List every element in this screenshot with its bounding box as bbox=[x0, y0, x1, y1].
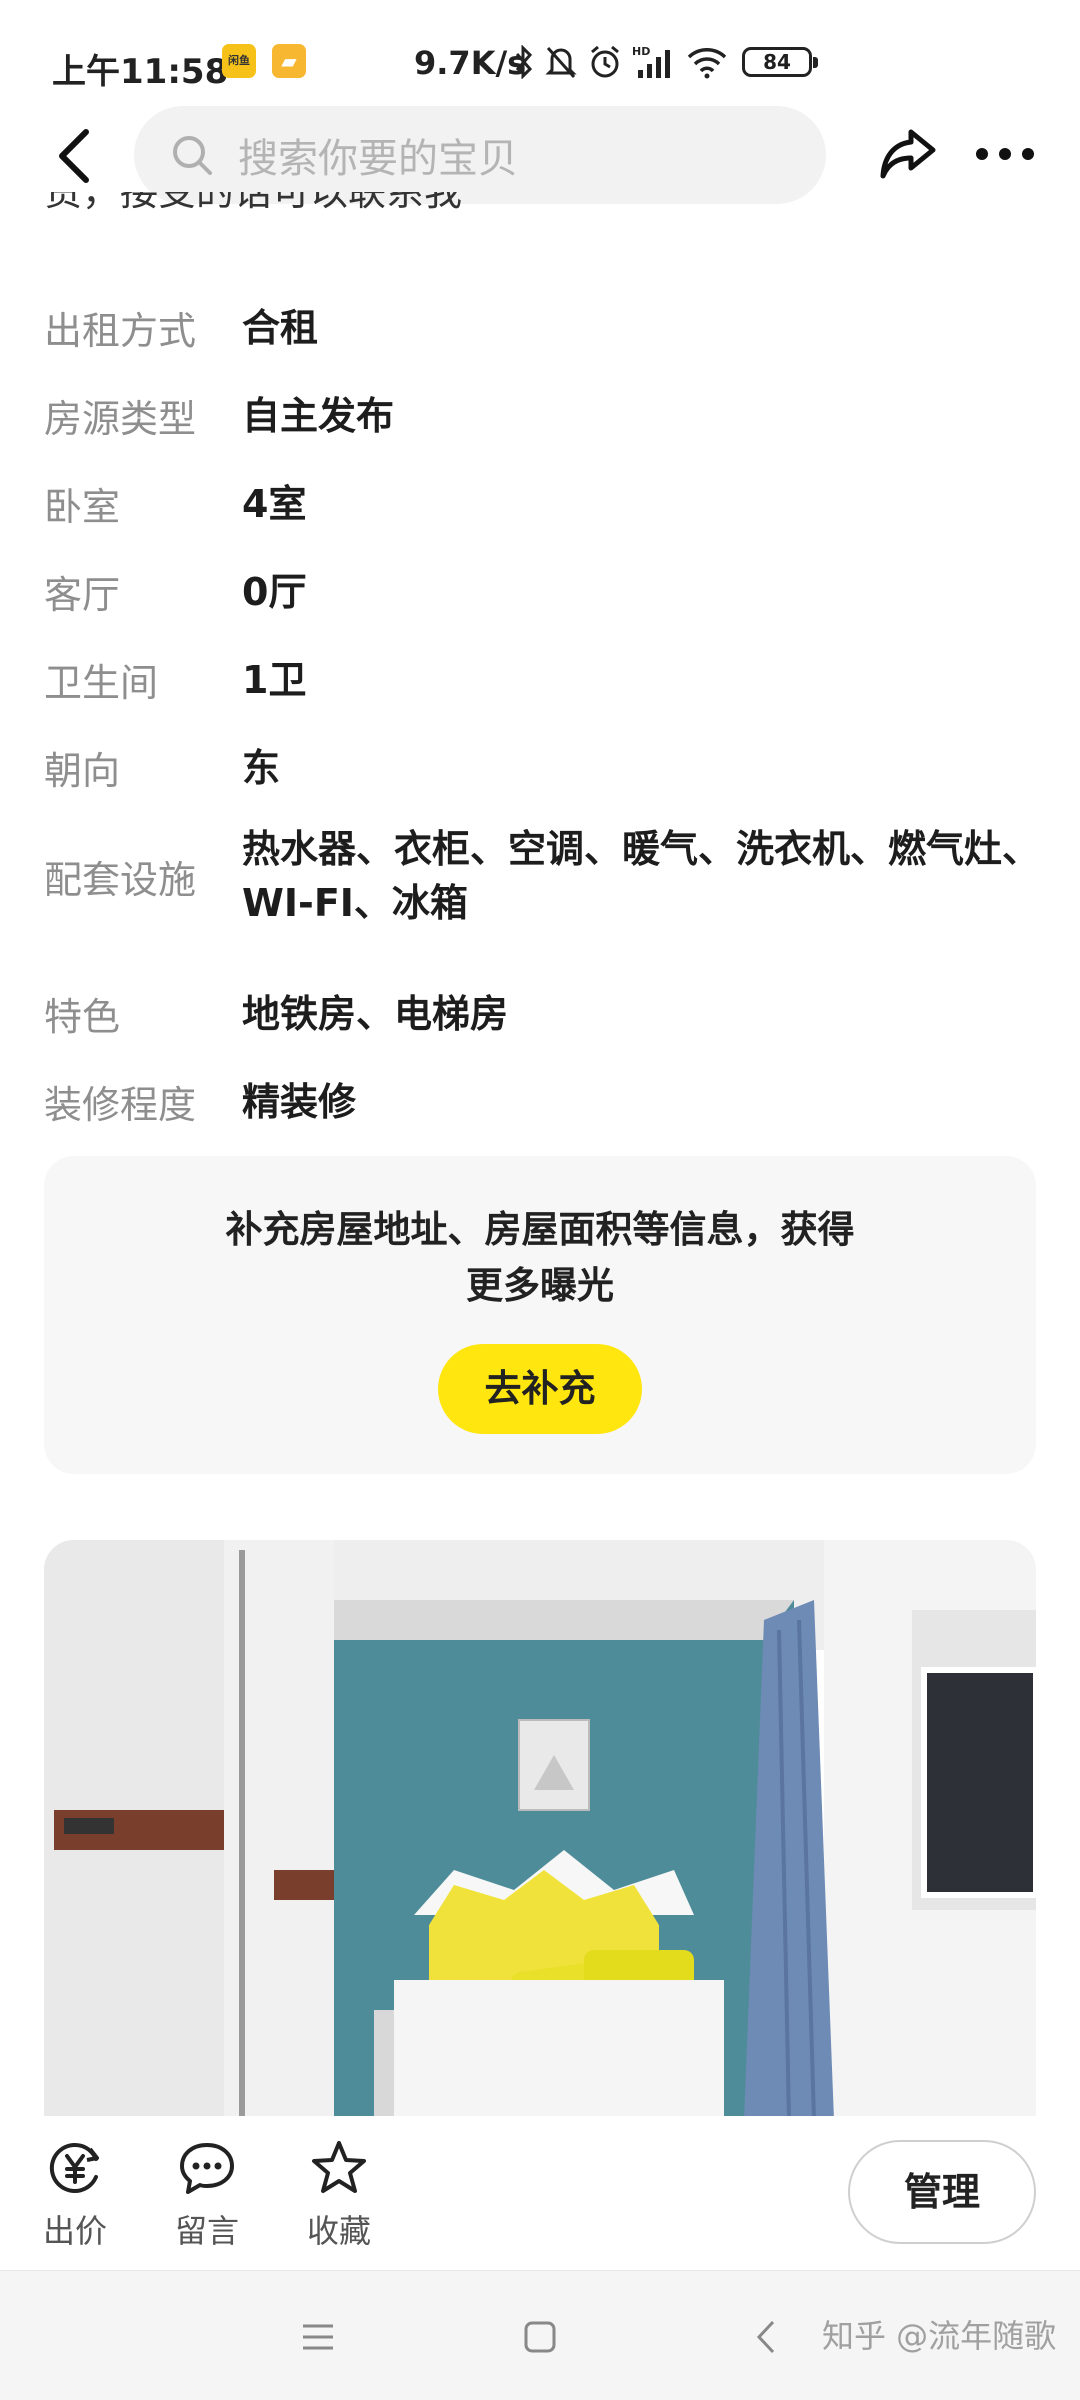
detail-value: 地铁房、电梯房 bbox=[242, 991, 509, 1036]
alarm-icon bbox=[591, 45, 619, 78]
yuan-icon bbox=[45, 2138, 105, 2198]
prompt-line-2: 更多曝光 bbox=[466, 1264, 614, 1307]
detail-value: 0厅 bbox=[242, 569, 307, 614]
xianyu-app-icon: 闲鱼 bbox=[222, 44, 256, 78]
watermark-text: 知乎 @流年随歌 bbox=[822, 2317, 1057, 2355]
comment-label: 留言 bbox=[174, 2212, 239, 2250]
detail-value: 热水器、衣柜、空调、暖气、洗衣机、燃气灶、WI-FI、冰箱 bbox=[242, 827, 1041, 925]
favorite-label: 收藏 bbox=[306, 2212, 371, 2250]
bluetooth-icon bbox=[515, 45, 533, 79]
home-square-icon bbox=[524, 2321, 556, 2353]
detail-value: 合租 bbox=[242, 305, 319, 350]
bottom-action-bar: 出价 留言 收藏 管理 bbox=[0, 2116, 1080, 2270]
detail-value: 1卫 bbox=[242, 657, 307, 702]
detail-label: 客厅 bbox=[44, 573, 121, 617]
bedroom-photo-illustration bbox=[44, 1540, 1036, 2120]
comment-button[interactable]: 留言 bbox=[162, 2138, 252, 2252]
svg-text:HD: HD bbox=[632, 45, 650, 58]
supplement-button[interactable]: 去补充 bbox=[438, 1344, 642, 1434]
detail-label: 房源类型 bbox=[44, 397, 197, 441]
detail-label: 朝向 bbox=[44, 749, 121, 793]
detail-label: 特色 bbox=[44, 995, 121, 1039]
listing-photo[interactable] bbox=[44, 1540, 1036, 2120]
detail-label: 卧室 bbox=[44, 485, 121, 529]
back-button[interactable] bbox=[44, 124, 104, 188]
description-tail: 责，接受的话可以联系我 bbox=[44, 192, 463, 214]
share-icon bbox=[880, 129, 936, 179]
detail-row-source-type: 房源类型 自主发布 bbox=[44, 388, 1044, 443]
signal-icon: HD bbox=[632, 45, 670, 78]
notification-app-icon: ▰ bbox=[272, 44, 306, 78]
detail-value: 精装修 bbox=[242, 1079, 357, 1124]
detail-value: 东 bbox=[242, 745, 281, 790]
detail-row-living-rooms: 客厅 0厅 bbox=[44, 564, 1044, 619]
status-icons: HD 84 bbox=[514, 40, 818, 84]
share-button[interactable] bbox=[876, 122, 940, 186]
menu-nav-button[interactable] bbox=[288, 2307, 348, 2367]
search-placeholder: 搜索你要的宝贝 bbox=[238, 136, 518, 182]
detail-value: 自主发布 bbox=[242, 393, 395, 438]
star-icon bbox=[309, 2138, 369, 2198]
more-dots-icon bbox=[976, 148, 1034, 160]
detail-value: 4室 bbox=[242, 481, 307, 526]
detail-row-bathrooms: 卫生间 1卫 bbox=[44, 652, 1044, 707]
search-icon bbox=[170, 133, 214, 177]
supplement-prompt-text: 补充房屋地址、房屋面积等信息，获得 更多曝光 bbox=[44, 1202, 1036, 1314]
wifi-icon bbox=[687, 48, 727, 79]
manage-button[interactable]: 管理 bbox=[848, 2140, 1036, 2244]
back-chevron-icon bbox=[756, 2320, 775, 2354]
offer-label: 出价 bbox=[42, 2212, 107, 2250]
detail-row-decoration: 装修程度 精装修 bbox=[44, 1074, 1044, 1129]
back-arrow-icon bbox=[59, 129, 89, 183]
detail-label: 卫生间 bbox=[44, 661, 159, 705]
search-input[interactable]: 搜索你要的宝贝 bbox=[134, 106, 826, 204]
detail-label: 出租方式 bbox=[44, 309, 197, 353]
home-nav-button[interactable] bbox=[510, 2307, 570, 2367]
status-time: 上午11:58 bbox=[52, 52, 229, 92]
detail-row-bedrooms: 卧室 4室 bbox=[44, 476, 1044, 531]
system-navigation-bar: 知乎 @流年随歌 bbox=[0, 2270, 1080, 2400]
status-bar: 上午11:58 闲鱼 ▰ 9.7K/s HD 84 bbox=[0, 0, 1080, 120]
detail-label: 配套设施 bbox=[44, 857, 197, 902]
mute-bell-icon bbox=[545, 46, 577, 79]
favorite-button[interactable]: 收藏 bbox=[294, 2138, 384, 2252]
network-speed: 9.7K/s bbox=[414, 44, 527, 82]
back-nav-button[interactable] bbox=[736, 2307, 796, 2367]
supplement-info-card: 补充房屋地址、房屋面积等信息，获得 更多曝光 去补充 bbox=[44, 1156, 1036, 1474]
battery-indicator: 84 bbox=[742, 47, 818, 77]
detail-row-facilities: 配套设施 热水器、衣柜、空调、暖气、洗衣机、燃气灶、WI-FI、冰箱 bbox=[44, 822, 1044, 930]
chat-bubble-icon bbox=[177, 2138, 237, 2198]
menu-icon bbox=[303, 2324, 333, 2350]
detail-row-rent-type: 出租方式 合租 bbox=[44, 300, 1044, 355]
prompt-line-1: 补充房屋地址、房屋面积等信息，获得 bbox=[225, 1208, 855, 1251]
offer-button[interactable]: 出价 bbox=[30, 2138, 120, 2252]
detail-row-orientation: 朝向 东 bbox=[44, 740, 1044, 795]
detail-label: 装修程度 bbox=[44, 1083, 197, 1127]
more-options-button[interactable] bbox=[970, 122, 1040, 186]
detail-row-features: 特色 地铁房、电梯房 bbox=[44, 986, 1044, 1041]
